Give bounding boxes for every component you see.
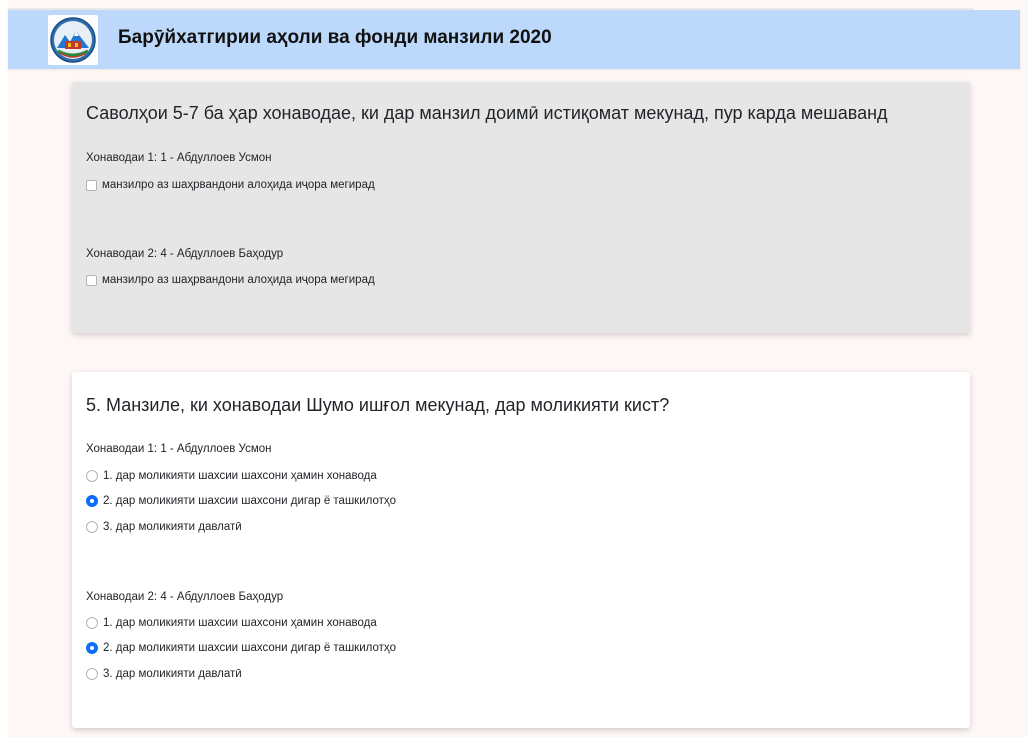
question5-heading: 5. Манзиле, ки хонаводаи Шумо ишғол меку…: [86, 395, 670, 415]
household-label: Хонаводаи 2: 4 - Абдуллоев Баҳодур: [86, 248, 284, 260]
ownership-radio-option[interactable]: 2. дар моликияти шахсии шахсони дигар ё …: [86, 640, 396, 656]
rent-checkbox-option[interactable]: манзилро аз шаҳрвандони алоҳида иҷора ме…: [86, 177, 375, 193]
household-label: Хонаводаи 2: 4 - Абдуллоев Баҳодур: [86, 591, 284, 603]
question5-card: 5. Манзиле, ки хонаводаи Шумо ишғол меку…: [72, 372, 970, 728]
checkbox-label: манзилро аз шаҳрвандони алоҳида иҷора ме…: [102, 274, 375, 286]
app-header: Барӯйхатгирии аҳоли ва фонди манзили 202…: [8, 10, 1020, 69]
checkbox-label: манзилро аз шаҳрвандони алоҳида иҷора ме…: [102, 179, 375, 191]
ownership-radio-option[interactable]: 3. дар моликияти давлатӣ: [86, 519, 242, 535]
radio-label: 2. дар моликияти шахсии шахсони дигар ё …: [103, 642, 397, 654]
ownership-radio-option[interactable]: 1. дар моликияти шахсии шахсони ҳамин хо…: [86, 468, 377, 484]
ownership-radio-selected[interactable]: [86, 642, 98, 654]
page-title: Барӯйхатгирии аҳоли ва фонди манзили 202…: [118, 27, 552, 48]
ownership-radio-selected[interactable]: [86, 495, 98, 507]
ownership-radio-option[interactable]: 1. дар моликияти шахсии шахсони ҳамин хо…: [86, 615, 377, 631]
radio-label: 1. дар моликияти шахсии шахсони ҳамин хо…: [103, 617, 377, 629]
radio-label: 2. дар моликияти шахсии шахсони дигар ё …: [103, 495, 397, 507]
ownership-radio[interactable]: [86, 617, 98, 629]
ownership-radio[interactable]: [86, 668, 98, 680]
census-emblem-icon: [48, 15, 98, 65]
ownership-radio-option[interactable]: 2. дар моликияти шахсии шахсони дигар ё …: [86, 493, 396, 509]
intro-heading: Саволҳои 5-7 ба ҳар хонаводае, ки дар ма…: [86, 103, 888, 123]
page: Барӯйхатгирии аҳоли ва фонди манзили 202…: [0, 0, 1028, 737]
household-label: Хонаводаи 1: 1 - Абдуллоев Усмон: [86, 152, 272, 164]
left-margin: [0, 0, 8, 737]
ownership-radio-option[interactable]: 3. дар моликияти давлатӣ: [86, 666, 242, 682]
rent-checkbox-option[interactable]: манзилро аз шаҳрвандони алоҳида иҷора ме…: [86, 272, 375, 288]
rent-checkbox[interactable]: [86, 179, 97, 191]
ownership-radio[interactable]: [86, 470, 98, 482]
radio-label: 1. дар моликияти шахсии шахсони ҳамин хо…: [103, 470, 377, 482]
radio-label: 3. дар моликияти давлатӣ: [103, 521, 242, 533]
radio-label: 3. дар моликияти давлатӣ: [103, 668, 242, 680]
intro-card: Саволҳои 5-7 ба ҳар хонаводае, ки дар ма…: [72, 82, 970, 333]
ownership-radio[interactable]: [86, 521, 98, 533]
rent-checkbox[interactable]: [86, 274, 97, 286]
household-label: Хонаводаи 1: 1 - Абдуллоев Усмон: [86, 443, 272, 455]
